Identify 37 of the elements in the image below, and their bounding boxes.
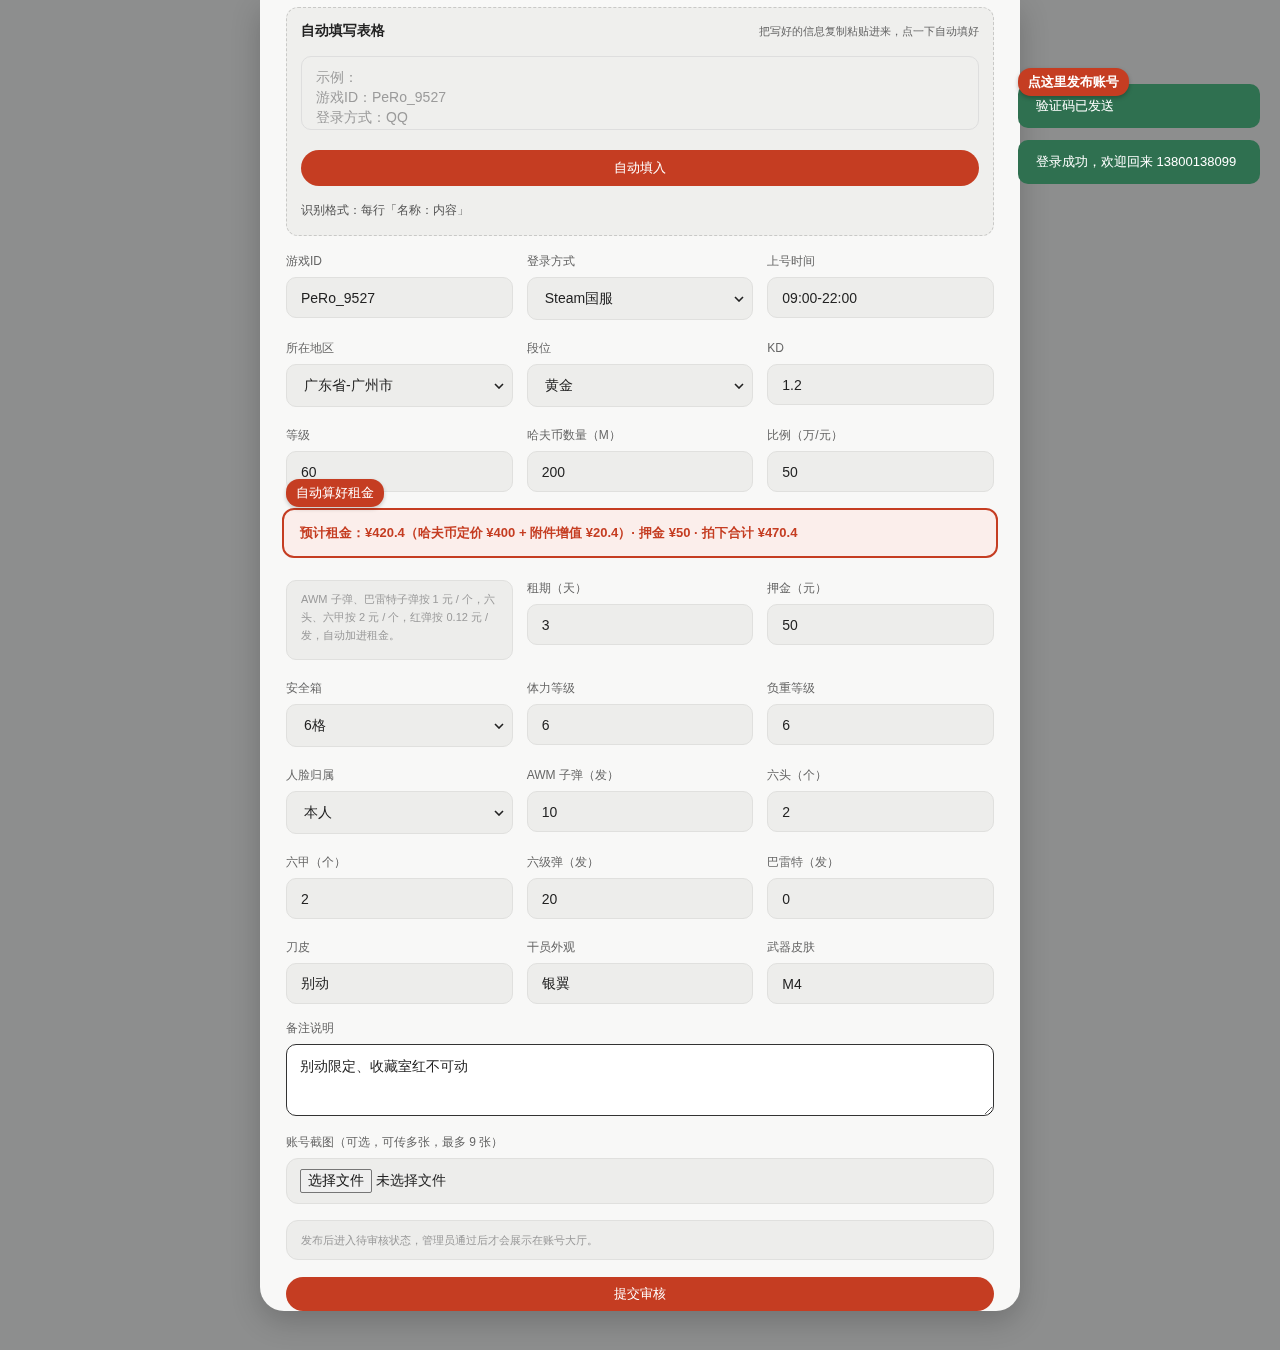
field-label: 租期（天） bbox=[526, 580, 587, 596]
field-label: 上号时间 bbox=[767, 253, 816, 269]
field-label: 干员外观 bbox=[526, 939, 575, 955]
rent-tooltip: 自动算好租金 bbox=[286, 479, 384, 507]
placeholder-text: 游戏ID：PeRo_9527 bbox=[316, 88, 446, 107]
field-label: 六头（个） bbox=[767, 767, 828, 783]
pricing-note: AWM 子弹、巴雷特子弹按 1 元 / 个，六头、六甲按 2 元 / 个，红弹按 0.12 元 / 发，自动加进租金。 bbox=[286, 580, 513, 660]
field-label: 游戏ID bbox=[286, 253, 322, 269]
field-label: 六甲（个） bbox=[286, 854, 346, 870]
notice-text: 发布后进入待审核状态，管理员通过后才会展示在账号大厅。 bbox=[286, 1220, 994, 1261]
field-label: 所在地区 bbox=[286, 340, 334, 356]
field-label: 账号截图（可选，可传多张，最多 9 张） bbox=[286, 1134, 504, 1151]
field-label: 哈夫币数量（M） bbox=[526, 427, 621, 443]
field-label: KD bbox=[767, 340, 784, 356]
field-label: 安全箱 bbox=[286, 680, 322, 696]
toast: 登录成功，欢迎回来 13800138099 bbox=[1018, 140, 1260, 184]
card-hint: 把写好的信息复制粘贴进来，点一下自动填好 bbox=[759, 23, 979, 39]
field-label: 押金（元） bbox=[767, 580, 828, 596]
field-label: 登录方式 bbox=[526, 253, 575, 269]
field-label: 等级 bbox=[286, 427, 310, 443]
field-label: AWM 子弹（发） bbox=[526, 767, 619, 783]
field-label: 武器皮肤 bbox=[767, 939, 816, 955]
field-label: 负重等级 bbox=[767, 680, 816, 696]
field-label: 巴雷特（发） bbox=[767, 854, 840, 870]
card-title: 自动填写表格 bbox=[301, 22, 385, 40]
field-label: 段位 bbox=[526, 340, 551, 356]
placeholder-text: 登录方式：QQ bbox=[316, 108, 408, 127]
field-label: 备注说明 bbox=[286, 1020, 334, 1036]
placeholder-text: 示例： bbox=[316, 68, 358, 87]
field-label: 体力等级 bbox=[526, 680, 575, 696]
field-label: 六级弹（发） bbox=[526, 854, 599, 870]
rent-summary: 预计租金：¥420.4（哈夫币定价 ¥400 + 附件增值 ¥20.4）· 押金 ¥50 · 拍下合计 ¥470.4 bbox=[282, 508, 998, 558]
file-status: 未选择文件 bbox=[376, 1172, 446, 1191]
field-label: 人脸归属 bbox=[286, 767, 334, 783]
format-note: 识别格式：每行「名称：内容」 bbox=[301, 202, 470, 219]
field-label: 刀皮 bbox=[286, 939, 310, 955]
field-label: 比例（万/元） bbox=[767, 427, 843, 443]
